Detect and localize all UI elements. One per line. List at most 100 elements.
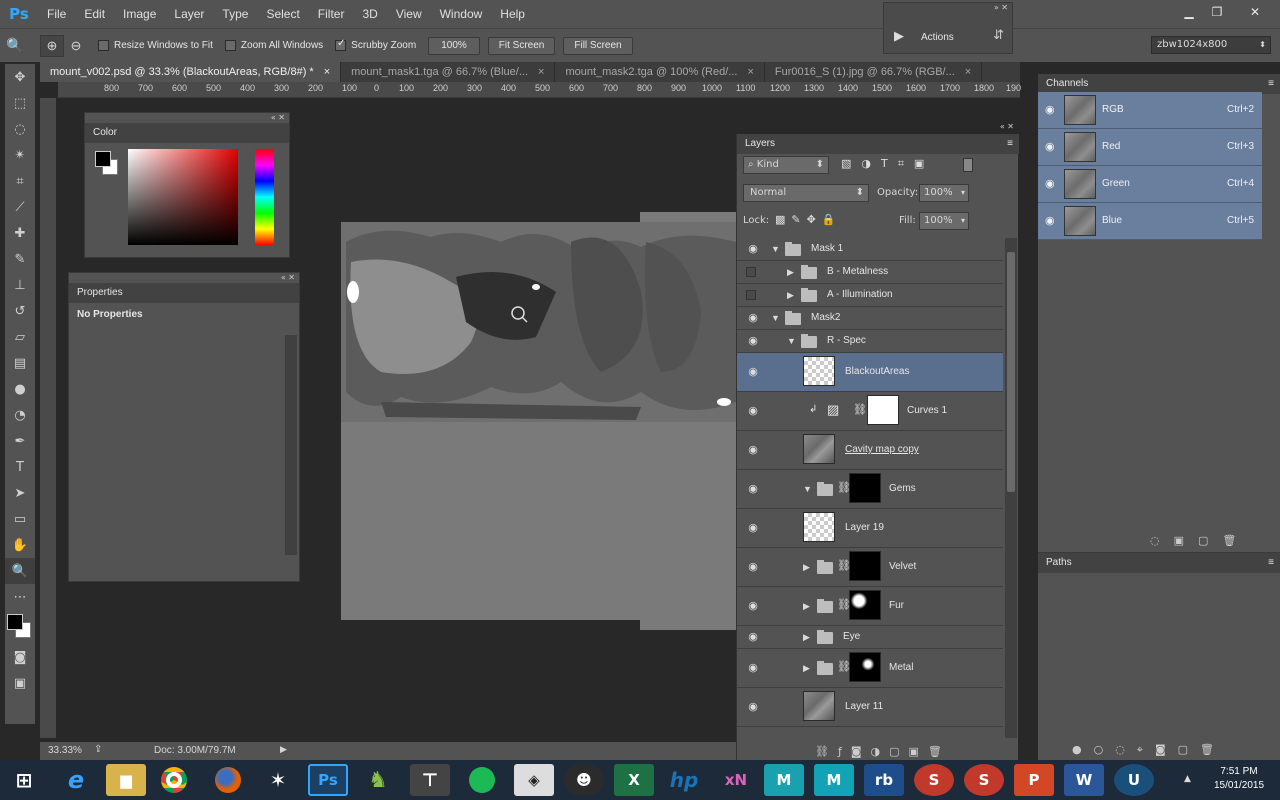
panel-close-icon[interactable]: « ✕	[69, 273, 299, 283]
eye-icon[interactable]: ◉	[746, 334, 760, 347]
layer-row-b-metalness[interactable]: ▶ B - Metalness	[737, 261, 1003, 284]
channels-panel-tab[interactable]: Channels ≡	[1038, 74, 1280, 94]
brush-tool-icon[interactable]: ✎	[5, 246, 35, 272]
panel-close-icon[interactable]: « ✕	[85, 113, 289, 123]
excel-icon[interactable]: X	[614, 764, 654, 796]
menu-window[interactable]: Window	[431, 0, 492, 28]
properties-panel-tab[interactable]: Properties	[69, 283, 299, 303]
layer-filter-select[interactable]: ⌕ Kind ⬍	[743, 156, 829, 174]
windows-start-icon[interactable]: ⊞	[4, 764, 44, 796]
layer-row-r-spec[interactable]: ◉ ▼ R - Spec	[737, 330, 1003, 353]
layer-row-layer-11[interactable]: ◉ Layer 11	[737, 688, 1003, 727]
menu-file[interactable]: File	[38, 0, 75, 28]
layer-row-velvet[interactable]: ◉ ▶ ⛓ Velvet	[737, 548, 1003, 587]
marmoset-icon[interactable]: ♞	[358, 764, 398, 796]
zbrush-icon[interactable]: ✶	[258, 764, 298, 796]
powerpoint-icon[interactable]: P	[1014, 764, 1054, 796]
menu-type[interactable]: Type	[213, 0, 257, 28]
dodge-tool-icon[interactable]: ◔	[5, 402, 35, 428]
document-canvas[interactable]	[341, 222, 736, 620]
layer-row-eye[interactable]: ◉ ▶ Eye	[737, 626, 1003, 649]
menu-image[interactable]: Image	[114, 0, 165, 28]
menu-filter[interactable]: Filter	[309, 0, 354, 28]
layer-row-mask-1[interactable]: ◉ ▼ Mask 1	[737, 238, 1003, 261]
mudbox-icon[interactable]: M	[764, 764, 804, 796]
collapse-arrow-icon[interactable]: ▼	[787, 336, 796, 346]
menu-3d[interactable]: 3D	[353, 0, 386, 28]
panel-close-icon[interactable]: « ✕	[1000, 122, 1014, 131]
filter-icons[interactable]: ▧◑T⌗▣	[841, 157, 934, 171]
tab-mount-v002[interactable]: mount_v002.psd @ 33.3% (BlackoutAreas, R…	[40, 62, 342, 82]
zoom-in-icon[interactable]: ⊕	[40, 34, 64, 57]
marquee-tool-icon[interactable]: ⬚	[5, 90, 35, 116]
visibility-toggle[interactable]	[746, 290, 756, 300]
resize-windows-checkbox[interactable]	[98, 40, 109, 51]
workspace-select[interactable]: zbw1024x800 ⬍	[1151, 36, 1271, 54]
eye-icon[interactable]: ◉	[1045, 177, 1055, 190]
channel-row-blue[interactable]: ◉ Blue Ctrl+5	[1038, 203, 1262, 240]
topogun-icon[interactable]: ⊤	[410, 764, 450, 796]
scrubby-zoom-checkbox[interactable]	[335, 38, 347, 51]
path-selection-icon[interactable]: ➤	[5, 480, 35, 506]
layers-panel-tab[interactable]: Layers ≡	[737, 134, 1019, 154]
actions-panel[interactable]: » ✕ ▶ Actions ⇵	[883, 2, 1013, 54]
eye-icon[interactable]: ◉	[1045, 214, 1055, 227]
eye-icon[interactable]: ◉	[746, 482, 760, 495]
lock-icons[interactable]: ▩✎✥🔒	[775, 213, 842, 226]
menu-edit[interactable]: Edit	[75, 0, 114, 28]
hand-tool-icon[interactable]: ✋	[5, 532, 35, 558]
internet-explorer-icon[interactable]: e	[56, 764, 96, 796]
foreground-color-swatch[interactable]	[7, 614, 23, 630]
hp-icon[interactable]: hp	[664, 764, 704, 796]
firefox-icon[interactable]	[208, 764, 248, 796]
collapse-arrow-icon[interactable]: ▼	[803, 484, 812, 494]
taskbar-clock[interactable]: 7:51 PM 15/01/2015	[1206, 766, 1272, 791]
quick-mask-icon[interactable]: ◙	[5, 644, 35, 670]
move-tool-icon[interactable]: ✥	[5, 64, 35, 90]
quixel-icon[interactable]: ◈	[514, 764, 554, 796]
close-tab-icon[interactable]: ×	[538, 66, 544, 78]
filter-toggle[interactable]	[963, 158, 973, 172]
word-icon[interactable]: W	[1064, 764, 1104, 796]
tab-mount-mask1[interactable]: mount_mask1.tga @ 66.7% (Blue/... ×	[341, 62, 556, 82]
fill-screen-button[interactable]: Fill Screen	[563, 36, 633, 55]
crop-tool-icon[interactable]: ⌗	[5, 168, 35, 194]
tab-mount-mask2[interactable]: mount_mask2.tga @ 100% (Red/... ×	[555, 62, 765, 82]
zoom-100-button[interactable]: 100%	[428, 36, 480, 55]
expand-arrow-icon[interactable]: ▶	[803, 632, 810, 643]
opacity-input[interactable]: 100% ▾	[919, 184, 969, 202]
tab-fur0016[interactable]: Fur0016_S (1).jpg @ 66.7% (RGB/... ×	[765, 62, 983, 82]
panel-collapse-icon[interactable]: » ✕	[994, 3, 1008, 12]
fit-screen-button[interactable]: Fit Screen	[487, 36, 556, 55]
color-swatches[interactable]	[5, 610, 35, 644]
scrollbar-thumb[interactable]	[1007, 252, 1015, 492]
clone-stamp-icon[interactable]: ⊥	[5, 272, 35, 298]
eyedropper-icon[interactable]: ⟋	[5, 194, 35, 220]
hue-slider[interactable]	[255, 149, 274, 245]
layer-row-gems[interactable]: ◉ ▼ ⛓ Gems	[737, 470, 1003, 509]
layers-scrollbar[interactable]	[1005, 238, 1017, 738]
magic-wand-icon[interactable]: ✴	[5, 142, 35, 168]
rhino-icon[interactable]: rb	[864, 764, 904, 796]
expand-arrow-icon[interactable]: ▶	[787, 267, 794, 278]
layer-row-blackoutareas[interactable]: ◉ BlackoutAreas	[737, 353, 1003, 392]
share-icon[interactable]: ⇪	[94, 744, 102, 755]
eye-icon[interactable]: ◉	[746, 661, 760, 674]
channel-row-green[interactable]: ◉ Green Ctrl+4	[1038, 166, 1262, 203]
healing-brush-icon[interactable]: ✚	[5, 220, 35, 246]
close-icon[interactable]: ✕	[1238, 0, 1272, 24]
eye-icon[interactable]: ◉	[746, 443, 760, 456]
maya-icon[interactable]: M	[814, 764, 854, 796]
channel-actions-icons[interactable]: ◌▣▢🗑	[1150, 534, 1250, 547]
resize-windows-option[interactable]: Resize Windows to Fit	[98, 40, 213, 51]
eye-icon[interactable]: ◉	[746, 404, 760, 417]
collapse-arrow-icon[interactable]: ▼	[771, 244, 780, 254]
eye-icon[interactable]: ◉	[746, 521, 760, 534]
zoom-all-option[interactable]: Zoom All Windows	[224, 40, 323, 51]
expand-arrow-icon[interactable]: ▶	[803, 562, 810, 573]
zoom-out-icon[interactable]: ⊖	[64, 38, 88, 54]
eye-icon[interactable]: ◉	[1045, 140, 1055, 153]
layer-row-partial[interactable]	[737, 727, 1003, 742]
zoom-tool-icon[interactable]: 🔍	[0, 37, 30, 54]
spotify-icon[interactable]	[462, 764, 502, 796]
